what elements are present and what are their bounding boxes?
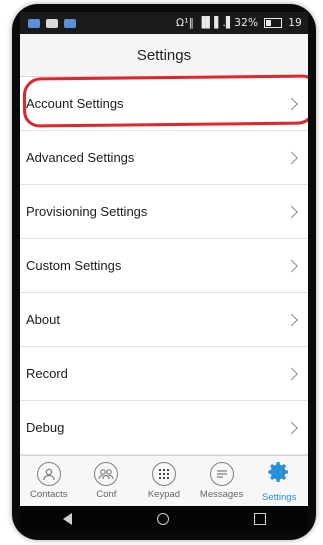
status-icons-text: Ω¹‖ ▐▌▌.▌32% [176, 17, 259, 29]
chevron-right-icon [285, 421, 298, 434]
messages-icon [209, 462, 234, 486]
chevron-right-icon [285, 367, 298, 380]
settings-item-advanced[interactable]: Advanced Settings [20, 131, 308, 185]
settings-item-label: Record [26, 366, 68, 381]
tab-settings[interactable]: Settings [250, 456, 308, 506]
settings-item-record[interactable]: Record [20, 347, 308, 401]
chevron-right-icon [285, 97, 298, 110]
battery-icon [264, 18, 283, 28]
settings-item-about[interactable]: About [20, 293, 308, 347]
chevron-right-icon [285, 151, 298, 164]
bottom-tab-bar: Contacts Conf Keypad Messages Settings [20, 455, 308, 506]
settings-list: Account Settings Advanced Settings Provi… [20, 77, 308, 455]
chevron-right-icon [285, 205, 298, 218]
notification-icon [46, 18, 58, 28]
settings-item-custom[interactable]: Custom Settings [20, 239, 308, 293]
settings-item-label: Advanced Settings [26, 150, 135, 165]
conference-icon [94, 462, 119, 486]
clock-text: 19 [288, 17, 302, 29]
tab-label: Conf [96, 489, 117, 500]
tab-messages[interactable]: Messages [193, 456, 251, 506]
page-header: Settings [20, 34, 308, 77]
home-icon[interactable] [156, 513, 169, 525]
android-nav-bar [20, 506, 308, 532]
settings-item-provisioning[interactable]: Provisioning Settings [20, 185, 308, 239]
settings-item-label: Custom Settings [26, 258, 122, 273]
settings-item-label: Debug [26, 420, 65, 435]
tab-keypad[interactable]: Keypad [135, 456, 193, 506]
chevron-right-icon [285, 313, 298, 326]
tab-contacts[interactable]: Contacts [20, 456, 78, 506]
tab-label: Settings [262, 491, 297, 503]
contacts-icon [36, 462, 61, 486]
tab-conf[interactable]: Conf [78, 456, 136, 506]
phone-frame: Ω¹‖ ▐▌▌.▌32% 19 Settings Account Setting… [12, 4, 316, 540]
app-screen: Ω¹‖ ▐▌▌.▌32% 19 Settings Account Setting… [20, 12, 308, 532]
chevron-right-icon [285, 259, 298, 272]
notification-icon [28, 18, 40, 28]
settings-item-debug[interactable]: Debug [20, 401, 308, 455]
status-bar: Ω¹‖ ▐▌▌.▌32% 19 [20, 12, 308, 34]
settings-item-label: About [26, 312, 60, 327]
tab-label: Contacts [30, 489, 68, 500]
tab-label: Keypad [147, 489, 181, 500]
tab-label: Messages [199, 489, 244, 500]
page-title: Settings [136, 46, 192, 64]
settings-item-account[interactable]: Account Settings [20, 77, 308, 131]
back-icon[interactable] [62, 513, 72, 525]
settings-item-label: Account Settings [26, 96, 124, 111]
settings-item-label: Provisioning Settings [26, 204, 148, 219]
notification-icon [64, 18, 76, 28]
keypad-icon [151, 462, 176, 486]
gear-icon [267, 460, 291, 489]
recent-apps-icon[interactable] [253, 513, 266, 525]
